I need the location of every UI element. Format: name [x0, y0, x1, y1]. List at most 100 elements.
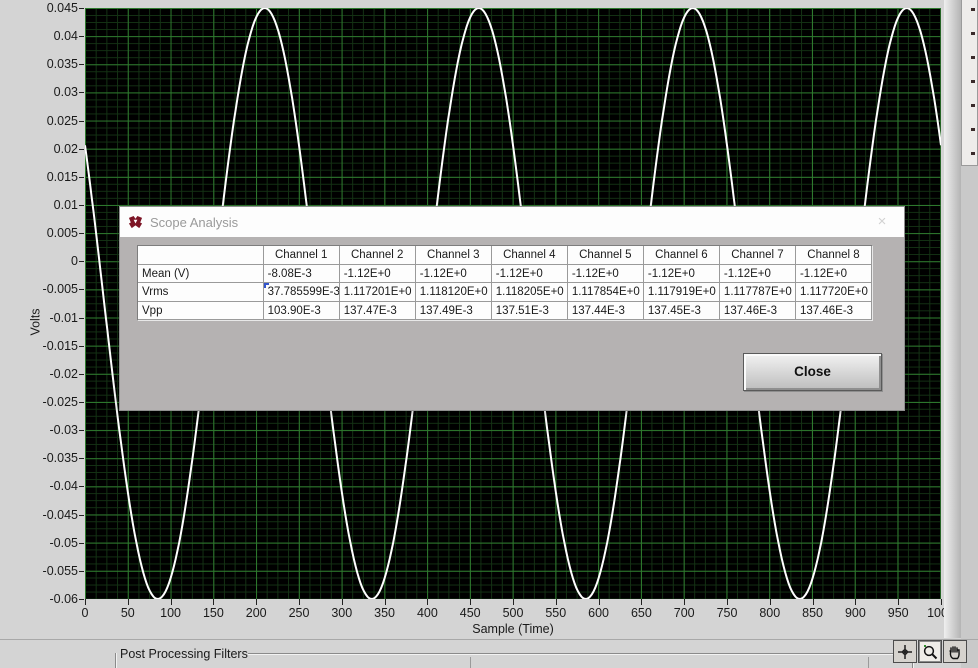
table-value-cell[interactable]: 137.46E-3	[720, 302, 796, 320]
table-value-cell[interactable]: 137.46E-3	[796, 302, 872, 320]
vertical-scrollbar[interactable]	[961, 0, 978, 668]
table-value-cell[interactable]: 137.49E-3	[416, 302, 492, 320]
table-header-cell[interactable]: Channel 5	[568, 246, 644, 265]
table-header-cell[interactable]: Channel 7	[720, 246, 796, 265]
x-tick-mark	[171, 599, 172, 605]
y-tick-mark	[79, 92, 84, 93]
table-value-cell[interactable]: 137.45E-3	[644, 302, 720, 320]
table-value-cell[interactable]: -8.08E-3	[264, 265, 340, 283]
cursor-tool-button[interactable]	[893, 640, 917, 663]
y-tick-mark	[79, 205, 84, 206]
table-header-cell[interactable]: Channel 6	[644, 246, 720, 265]
dialog-titlebar[interactable]: Scope Analysis ×	[120, 207, 904, 237]
x-tick-mark	[599, 599, 600, 605]
table-value-cell[interactable]: 103.90E-3	[264, 302, 340, 320]
y-tick-label: -0.02	[18, 367, 78, 381]
panel-edge-gradient	[944, 0, 961, 638]
table-header-cell[interactable]	[138, 246, 264, 265]
y-tick-label: 0.035	[18, 57, 78, 71]
y-tick-mark	[79, 233, 84, 234]
y-tick-mark	[79, 430, 84, 431]
table-value-cell[interactable]: 1.117720E+0	[796, 283, 872, 301]
selected-cell-marker	[264, 283, 269, 288]
table-value-cell[interactable]: 137.47E-3	[340, 302, 416, 320]
y-tick-mark	[79, 486, 84, 487]
table-row: Vrms37.785599E-31.117201E+01.118120E+01.…	[138, 283, 872, 301]
table-row-label[interactable]: Mean (V)	[138, 265, 264, 283]
table-value-cell[interactable]: -1.12E+0	[416, 265, 492, 283]
x-tick-mark	[513, 599, 514, 605]
pan-tool-button[interactable]	[943, 640, 967, 663]
groupbox-inner-divider	[868, 657, 869, 668]
y-tick-mark	[79, 374, 84, 375]
table-value-cell[interactable]: 1.117854E+0	[568, 283, 644, 301]
table-value-cell[interactable]: 1.118205E+0	[492, 283, 568, 301]
y-tick-label: -0.01	[18, 311, 78, 325]
y-tick-label: -0.05	[18, 536, 78, 550]
table-header-cell[interactable]: Channel 1	[264, 246, 340, 265]
table-value-cell[interactable]: 1.117787E+0	[720, 283, 796, 301]
scope-analysis-dialog: Scope Analysis × Channel 1Channel 2Chann…	[119, 206, 905, 411]
close-button[interactable]: Close	[743, 353, 882, 391]
y-tick-label: 0.04	[18, 29, 78, 43]
table-header-cell[interactable]: Channel 8	[796, 246, 872, 265]
y-tick-label: 0.045	[18, 1, 78, 15]
table-value-cell[interactable]: 1.118120E+0	[416, 283, 492, 301]
table-value-cell[interactable]: -1.12E+0	[796, 265, 872, 283]
table-value-cell[interactable]: 137.44E-3	[568, 302, 644, 320]
x-tick-mark	[813, 599, 814, 605]
y-tick-label: 0	[18, 254, 78, 268]
hand-icon	[947, 644, 963, 660]
table-row: Vpp103.90E-3137.47E-3137.49E-3137.51E-31…	[138, 302, 872, 320]
table-value-cell[interactable]: 137.51E-3	[492, 302, 568, 320]
y-tick-mark	[79, 571, 84, 572]
y-tick-mark	[79, 543, 84, 544]
close-icon[interactable]: ×	[872, 213, 892, 231]
scrollbar-grip-dots	[971, 8, 975, 158]
table-value-cell[interactable]: 1.117201E+0	[340, 283, 416, 301]
table-header-cell[interactable]: Channel 2	[340, 246, 416, 265]
y-tick-label: -0.005	[18, 282, 78, 296]
x-tick-mark	[855, 599, 856, 605]
y-tick-mark	[79, 318, 84, 319]
y-tick-mark	[79, 346, 84, 347]
table-row-label[interactable]: Vpp	[138, 302, 264, 320]
x-axis-label: Sample (Time)	[85, 622, 941, 636]
table-value-cell[interactable]: 37.785599E-3	[264, 283, 340, 301]
measurements-table[interactable]: Channel 1Channel 2Channel 3Channel 4Chan…	[137, 245, 873, 321]
y-tick-label: 0.02	[18, 142, 78, 156]
x-tick-mark	[299, 599, 300, 605]
y-tick-label: 0.03	[18, 85, 78, 99]
y-tick-label: -0.035	[18, 451, 78, 465]
y-tick-label: -0.04	[18, 479, 78, 493]
y-tick-label: 0.01	[18, 198, 78, 212]
y-tick-label: 0.015	[18, 170, 78, 184]
table-value-cell[interactable]: -1.12E+0	[720, 265, 796, 283]
graph-tools-palette	[893, 640, 967, 663]
x-tick-mark	[256, 599, 257, 605]
table-value-cell[interactable]: -1.12E+0	[568, 265, 644, 283]
y-tick-mark	[79, 261, 84, 262]
scrollbar-thumb[interactable]	[961, 0, 978, 166]
table-header-cell[interactable]: Channel 4	[492, 246, 568, 265]
x-tick-mark	[470, 599, 471, 605]
y-tick-label: 0.005	[18, 226, 78, 240]
table-row-label[interactable]: Vrms	[138, 283, 264, 301]
table-header-cell[interactable]: Channel 3	[416, 246, 492, 265]
table-value-cell[interactable]: -1.12E+0	[340, 265, 416, 283]
table-value-cell[interactable]: -1.12E+0	[492, 265, 568, 283]
y-tick-mark	[79, 515, 84, 516]
post-processing-groupbox-border-left	[115, 653, 117, 668]
dialog-title: Scope Analysis	[150, 215, 238, 230]
groupbox-inner-divider	[470, 657, 471, 668]
table-value-cell[interactable]: 1.117919E+0	[644, 283, 720, 301]
zoom-tool-button[interactable]	[918, 640, 942, 663]
table-value-cell[interactable]: -1.12E+0	[644, 265, 720, 283]
y-tick-label: -0.045	[18, 508, 78, 522]
y-tick-label: -0.06	[18, 592, 78, 606]
y-tick-mark	[79, 458, 84, 459]
x-tick-mark	[385, 599, 386, 605]
y-tick-label: -0.055	[18, 564, 78, 578]
x-tick-mark	[427, 599, 428, 605]
x-tick-mark	[85, 599, 86, 605]
